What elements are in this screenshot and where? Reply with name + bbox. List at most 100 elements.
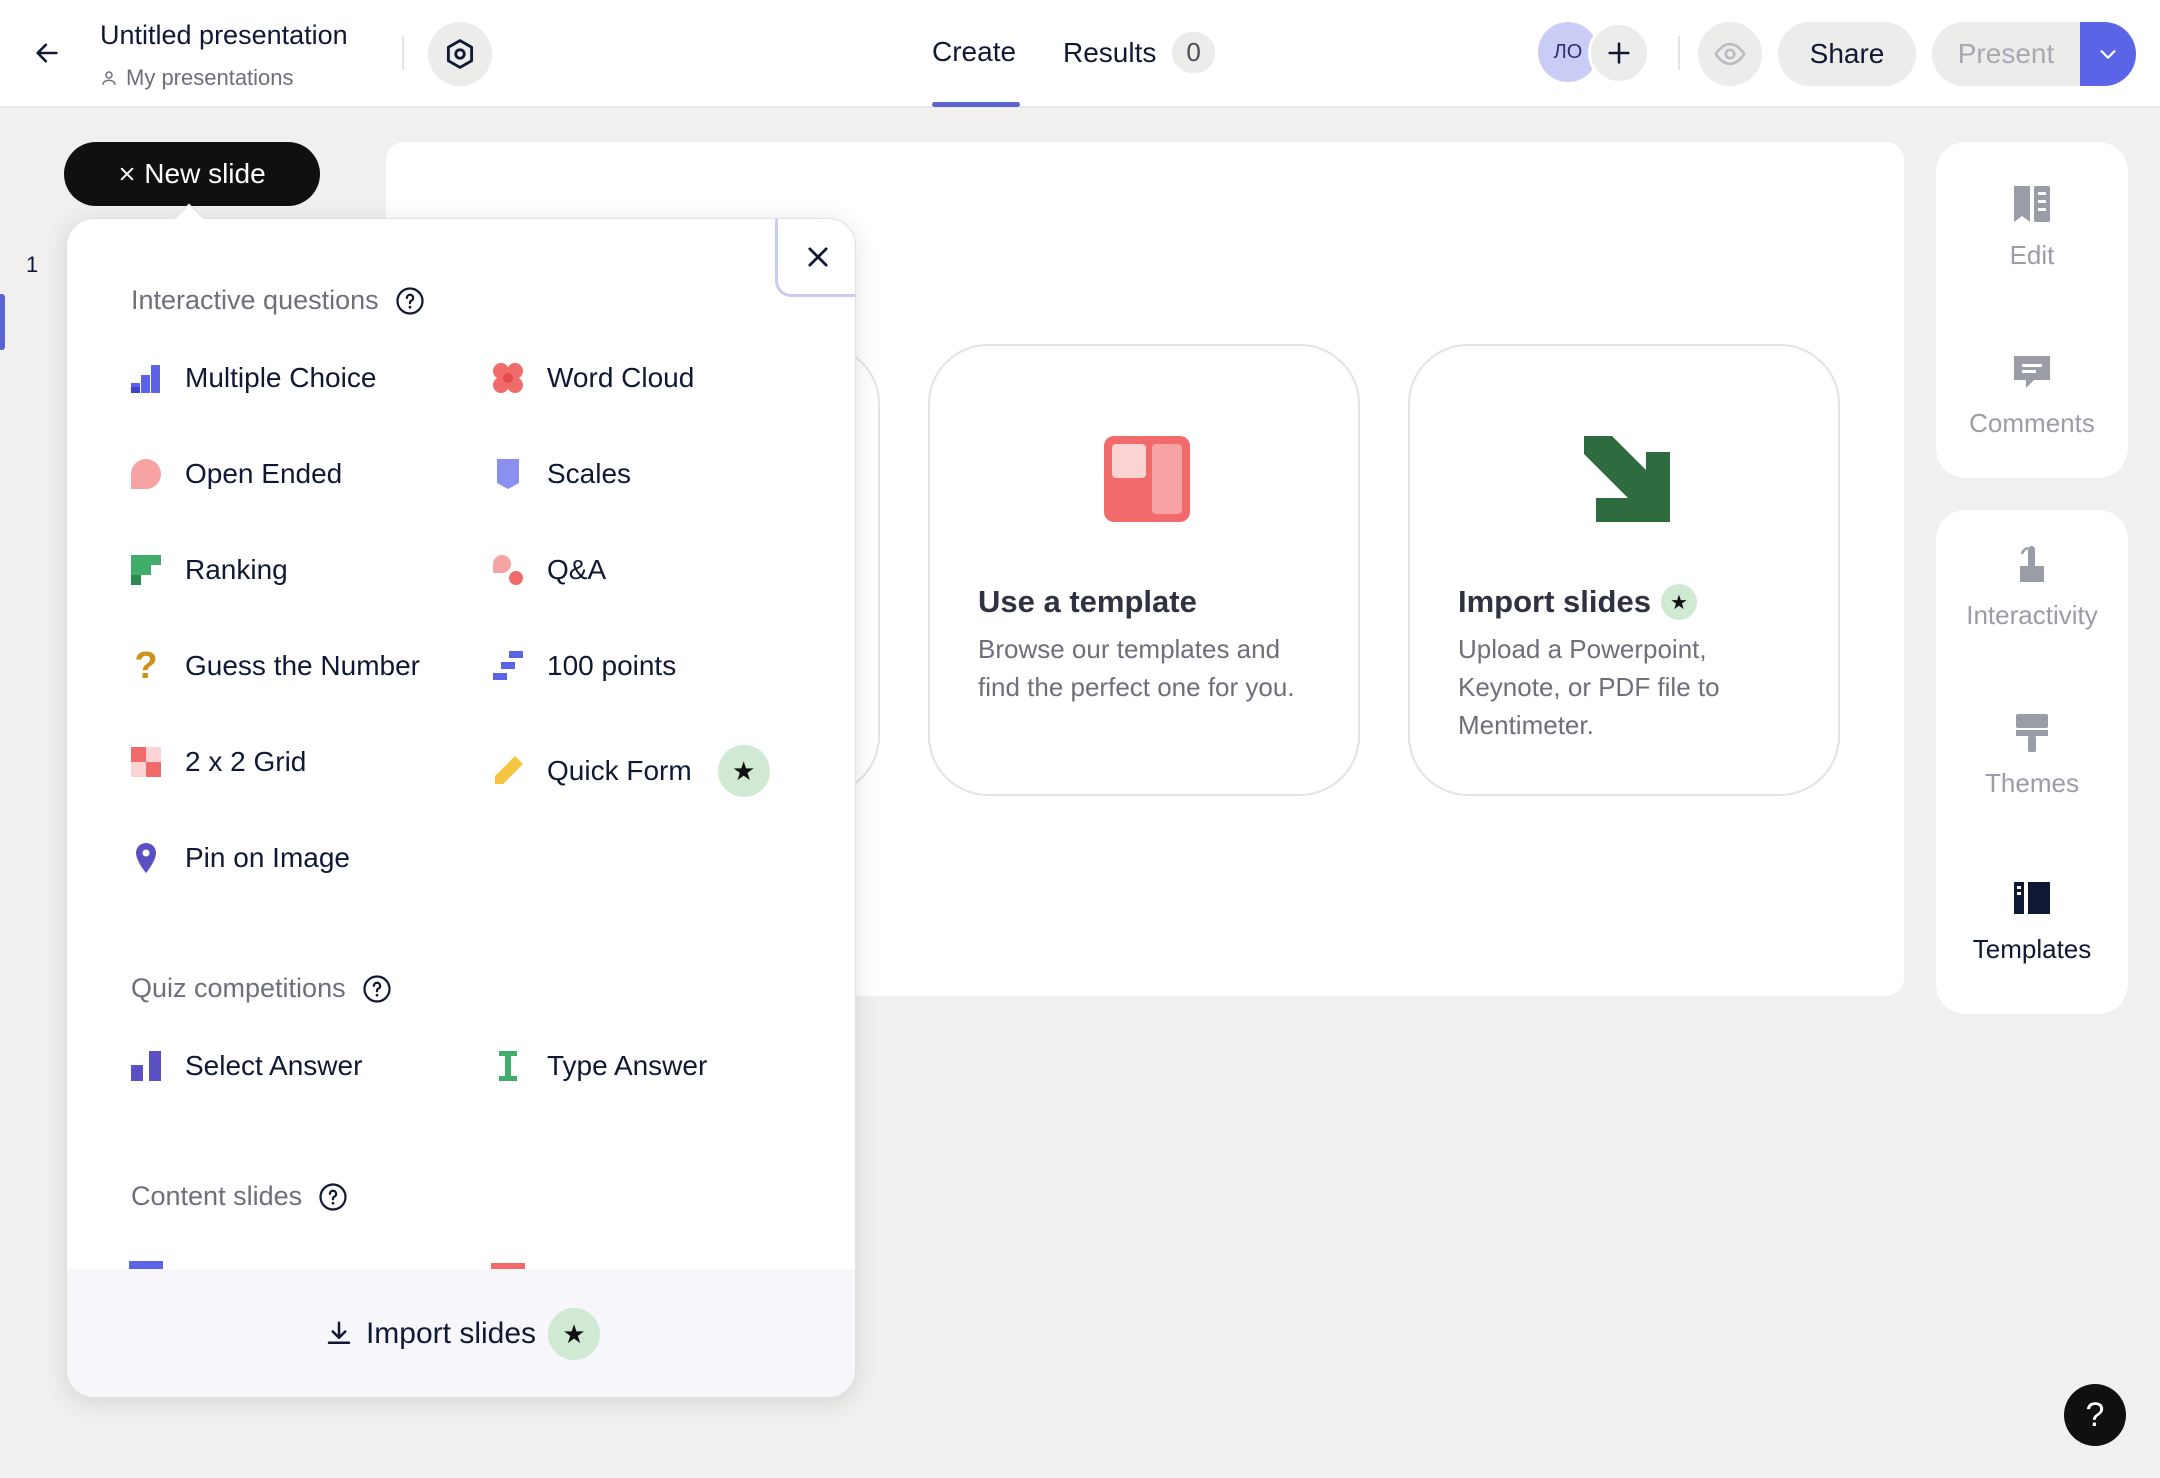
slide-active-marker: [0, 294, 5, 350]
select-answer-icon: [131, 1051, 161, 1081]
paint-roller-icon: [2016, 714, 2048, 752]
section-title: Quiz competitions: [131, 973, 346, 1003]
close-menu-button[interactable]: [775, 219, 855, 297]
templates-button[interactable]: Templates: [1936, 876, 2128, 965]
folder-label: My presentations: [126, 65, 294, 90]
active-tab-indicator: [932, 102, 1020, 107]
pencil-icon: [495, 756, 523, 784]
preview-button[interactable]: [1698, 22, 1762, 86]
comments-button[interactable]: Comments: [1936, 350, 2128, 439]
option-word-cloud[interactable]: Word Cloud: [491, 361, 694, 395]
eye-icon: [1714, 42, 1746, 66]
text-cursor-icon: [499, 1051, 517, 1081]
templates-label: Templates: [1972, 934, 2092, 964]
arrow-left-icon: [36, 43, 58, 63]
folder-link[interactable]: My presentations: [100, 65, 348, 91]
edit-button[interactable]: Edit: [1936, 182, 2128, 271]
edit-label: Edit: [2009, 240, 2055, 270]
template-icon: [1104, 436, 1190, 522]
divider: [1678, 36, 1680, 70]
present-button[interactable]: Present: [1932, 22, 2080, 86]
scales-icon: [497, 459, 519, 489]
share-button[interactable]: Share: [1778, 22, 1916, 86]
option-open-ended[interactable]: Open Ended: [129, 457, 342, 491]
option-label: Pin on Image: [185, 842, 350, 873]
text-slide-icon-partial: [129, 1261, 163, 1269]
card-description: Browse our templates and find the perfec…: [978, 634, 1295, 702]
section-content-slides: Content slides: [131, 1181, 348, 1212]
card-title-text: Import slides: [1458, 584, 1651, 619]
section-title: Interactive questions: [131, 285, 379, 315]
comment-icon: [2014, 356, 2050, 388]
presentation-title[interactable]: Untitled presentation: [100, 20, 348, 51]
bar-chart-icon: [131, 365, 160, 393]
word-cloud-icon: [493, 363, 523, 393]
themes-button[interactable]: Themes: [1936, 710, 2128, 799]
tab-create[interactable]: Create: [932, 36, 1016, 68]
question-mark-icon: ?: [134, 644, 158, 687]
ranking-icon: [131, 555, 161, 585]
themes-label: Themes: [1985, 768, 2079, 798]
option-label: Quick Form: [547, 755, 692, 786]
option-label: Multiple Choice: [185, 362, 377, 393]
interactivity-label: Interactivity: [1966, 600, 2098, 630]
hand-pointer-icon: [2020, 546, 2044, 582]
help-circle-icon[interactable]: [395, 286, 425, 316]
option-guess-the-number[interactable]: ? Guess the Number: [129, 644, 420, 687]
settings-button[interactable]: [428, 22, 492, 86]
close-icon: [807, 246, 828, 267]
chevron-down-icon: [2100, 50, 2116, 59]
star-icon: ★: [717, 745, 770, 797]
top-bar: Untitled presentation My presentations C…: [0, 0, 2160, 108]
card-title: Use a template: [978, 584, 1197, 619]
title-block: Untitled presentation My presentations: [100, 20, 348, 91]
import-slides-card[interactable]: Import slides ★ Upload a Powerpoint, Key…: [1408, 344, 1840, 796]
interactivity-button[interactable]: Interactivity: [1936, 542, 2128, 631]
hexagon-settings-icon: [446, 39, 474, 69]
comments-label: Comments: [1969, 408, 2095, 438]
import-slides-footer-button[interactable]: Import slides ★: [67, 1269, 855, 1397]
templates-icon: [2014, 882, 2050, 914]
section-interactive-questions: Interactive questions: [131, 285, 425, 316]
option-100-points[interactable]: 100 points: [491, 649, 676, 683]
divider: [402, 36, 404, 70]
option-ranking[interactable]: Ranking: [129, 553, 288, 587]
help-circle-icon[interactable]: [362, 974, 392, 1004]
slide-number: 1: [26, 252, 39, 277]
new-slide-button[interactable]: New slide: [64, 142, 320, 206]
option-label: Guess the Number: [185, 650, 420, 681]
option-label: Type Answer: [547, 1050, 708, 1081]
option-label: Ranking: [185, 554, 288, 585]
card-description: Upload a Powerpoint, Keynote, or PDF fil…: [1458, 634, 1720, 740]
option-label: Word Cloud: [547, 362, 695, 393]
add-collaborator-button[interactable]: [1588, 22, 1650, 84]
download-icon: [327, 1321, 351, 1344]
option-label: 100 points: [547, 650, 677, 681]
option-scales[interactable]: Scales: [491, 457, 631, 491]
section-quiz-competitions: Quiz competitions: [131, 973, 392, 1004]
option-label: 2 x 2 Grid: [185, 746, 307, 777]
option-pin-on-image[interactable]: Pin on Image: [129, 841, 350, 875]
option-quick-form[interactable]: Quick Form ★: [491, 745, 770, 797]
present-dropdown-button[interactable]: [2080, 22, 2136, 86]
option-2x2-grid[interactable]: 2 x 2 Grid: [129, 745, 306, 779]
use-template-card[interactable]: Use a template Browse our templates and …: [928, 344, 1360, 796]
import-arrow-icon: [1584, 436, 1670, 522]
back-button[interactable]: [22, 28, 72, 78]
option-select-answer[interactable]: Select Answer: [129, 1049, 362, 1083]
footer-label: Import slides: [365, 1317, 537, 1350]
option-label: Open Ended: [185, 458, 343, 489]
option-multiple-choice[interactable]: Multiple Choice: [129, 361, 376, 395]
option-label: Select Answer: [185, 1050, 363, 1081]
option-type-answer[interactable]: Type Answer: [491, 1049, 707, 1083]
help-button[interactable]: ?: [2064, 1384, 2126, 1446]
star-icon: ★: [1660, 584, 1697, 620]
option-label: Q&A: [547, 554, 607, 585]
right-panel-bottom: Interactivity Themes Templates: [1936, 510, 2128, 1014]
option-qa[interactable]: Q&A: [491, 553, 606, 587]
user-icon: [102, 71, 116, 85]
grid-icon: [131, 747, 161, 777]
section-title: Content slides: [131, 1181, 303, 1211]
help-circle-icon[interactable]: [318, 1182, 348, 1212]
tab-results[interactable]: Results 0: [1063, 32, 1215, 73]
